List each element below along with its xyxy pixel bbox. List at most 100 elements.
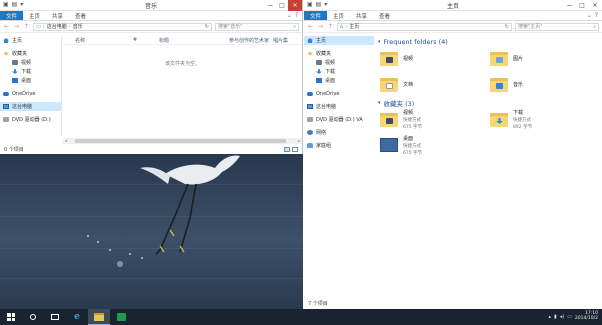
notification-icon[interactable]: ▭ [567, 314, 572, 320]
nav-dvd-drive[interactable]: DVD 驱动器 (D:) [0, 115, 61, 124]
forward-button[interactable]: → [317, 23, 324, 30]
chevron-down-icon[interactable]: ▾ [378, 100, 381, 106]
folder-tile-videos[interactable]: 视频 [380, 47, 490, 69]
tab-home[interactable]: 主页 [23, 11, 46, 20]
column-number[interactable]: # [133, 37, 159, 43]
tab-file[interactable]: 文件 [0, 11, 24, 20]
help-icon[interactable]: ? [595, 12, 598, 19]
tab-share[interactable]: 共享 [350, 11, 373, 20]
scrollbar-thumb[interactable] [75, 139, 286, 143]
nav-desktop[interactable]: 桌面 [304, 76, 374, 85]
column-artists[interactable]: 参与创作的艺术家 [229, 37, 273, 44]
clock[interactable]: 17:10 2014/10/2 [575, 311, 598, 322]
favorite-tile-downloads[interactable]: 下载 快捷方式 892 字节 [490, 108, 600, 130]
start-button[interactable] [0, 309, 22, 325]
address-bar[interactable]: ▭ › 这台电脑 › 音乐 ↻ [33, 22, 212, 31]
home-content[interactable]: ▾ Frequent folders (4) 视频 图片 文档 音乐 ▾ 收藏夹… [375, 36, 602, 297]
taskbar-internet-explorer[interactable]: e [66, 309, 88, 325]
search-input[interactable]: 搜索"主页" ⌕ [515, 22, 599, 31]
nav-onedrive[interactable]: OneDrive [0, 89, 61, 98]
tab-view[interactable]: 查看 [69, 11, 92, 20]
back-button[interactable]: ← [3, 23, 10, 30]
show-hidden-icons-icon[interactable]: ▴ [548, 314, 551, 320]
file-list[interactable]: 名称 # 标题 参与创作的艺术家 唱片集 该文件夹为空。 [63, 36, 302, 136]
tab-view[interactable]: 查看 [373, 11, 396, 20]
breadcrumb-this-pc[interactable]: 这台电脑 [47, 23, 67, 30]
nav-home[interactable]: 主页 [0, 36, 61, 45]
tab-file[interactable]: 文件 [304, 11, 328, 20]
favorite-tile-desktop[interactable]: 桌面 快捷方式 675 字节 [380, 134, 490, 156]
search-input[interactable]: 搜索"音乐" ⌕ [215, 22, 299, 31]
chevron-down-icon[interactable]: ▾ [378, 39, 381, 45]
nav-dvd-drive[interactable]: DVD 驱动器 (D:) VA [304, 115, 374, 124]
minimize-button[interactable]: — [564, 0, 576, 11]
desktop-icon [316, 78, 322, 83]
column-title[interactable]: 标题 [159, 37, 229, 44]
refresh-icon[interactable]: ↻ [505, 24, 511, 30]
homegroup-icon [307, 143, 313, 148]
breadcrumb-home[interactable]: 主页 [349, 23, 359, 30]
nav-home[interactable]: 主页 [304, 36, 374, 45]
up-button[interactable]: ↑ [23, 23, 30, 30]
tab-share[interactable]: 共享 [46, 11, 69, 20]
window-title: 音乐 [144, 2, 157, 10]
nav-desktop[interactable]: 桌面 [0, 76, 61, 85]
nav-videos[interactable]: 视频 [0, 58, 61, 67]
frequent-folders-header[interactable]: ▾ Frequent folders (4) [375, 36, 602, 47]
column-album[interactable]: 唱片集 [273, 37, 288, 44]
explorer-window-music[interactable]: ▣ ▤ ▾ 音乐 — □ ✕ 文件 主页 共享 查看 ⌄ ? ← → ↑ ▭ ›… [0, 0, 303, 154]
taskbar-store[interactable] [110, 309, 132, 325]
folder-tile-pictures[interactable]: 图片 [490, 47, 600, 69]
tab-home[interactable]: 主页 [327, 11, 350, 20]
folder-tile-music[interactable]: 音乐 [490, 73, 600, 95]
maximize-button[interactable]: □ [276, 0, 288, 11]
nav-homegroup[interactable]: 家庭组 [304, 141, 374, 150]
favorite-tile-videos[interactable]: 视频 快捷方式 675 字节 [380, 108, 490, 130]
folder-icon: ▣ [3, 1, 9, 8]
up-button[interactable]: ↑ [327, 23, 334, 30]
navigation-pane: 主页 收藏夹 视频 下载 桌面 OneDrive 这台电脑 DVD 驱动器 (D… [0, 36, 62, 136]
nav-favorites[interactable]: 收藏夹 [0, 49, 61, 58]
search-button[interactable] [22, 309, 44, 325]
taskbar-file-explorer[interactable] [88, 309, 110, 325]
chevron-down-icon[interactable]: ⌄ [287, 12, 292, 19]
refresh-icon[interactable]: ↻ [205, 24, 211, 30]
properties-icon[interactable]: ▤ [316, 2, 322, 8]
nav-this-pc[interactable]: 这台电脑 [0, 102, 61, 111]
nav-onedrive[interactable]: OneDrive [304, 89, 374, 98]
properties-icon[interactable]: ▤ [12, 2, 18, 8]
volume-icon[interactable]: ◂) [560, 314, 564, 320]
item-count: 0 个项目 [4, 146, 24, 153]
maximize-button[interactable]: □ [576, 0, 588, 11]
favorites-header[interactable]: ▾ 收藏夹 (3) [375, 97, 602, 108]
details-view-icon[interactable] [284, 146, 290, 152]
task-view-button[interactable] [44, 309, 66, 325]
large-icons-view-icon[interactable] [292, 146, 298, 152]
forward-button[interactable]: → [13, 23, 20, 30]
chevron-down-icon[interactable]: ▾ [324, 2, 327, 8]
minimize-button[interactable]: — [264, 0, 276, 11]
network-status-icon[interactable]: ▮ [554, 314, 557, 320]
chevron-down-icon[interactable]: ▾ [20, 2, 23, 8]
title-bar[interactable]: ▣ ▤ ▾ 音乐 — □ ✕ [0, 0, 302, 11]
column-name[interactable]: 名称 [75, 37, 133, 44]
breadcrumb-music[interactable]: 音乐 [73, 23, 83, 30]
title-bar[interactable]: ▣ ▤ ▾ 主页 — □ ✕ [304, 0, 602, 11]
address-bar[interactable]: ⌂ › 主页 ↻ [337, 22, 512, 31]
help-icon[interactable]: ? [295, 12, 298, 19]
folder-tile-documents[interactable]: 文档 [380, 73, 490, 95]
navigation-pane: 主页 收藏夹 视频 下载 桌面 OneDrive 这台电脑 DVD 驱动器 (D… [304, 36, 374, 297]
chevron-down-icon[interactable]: ⌄ [587, 12, 592, 19]
nav-videos[interactable]: 视频 [304, 58, 374, 67]
nav-favorites[interactable]: 收藏夹 [304, 49, 374, 58]
nav-network[interactable]: 网络 [304, 128, 374, 137]
scroll-right-icon[interactable]: ▸ [298, 138, 300, 143]
explorer-window-home[interactable]: ▣ ▤ ▾ 主页 — □ ✕ 文件 主页 共享 查看 ⌄ ? ← → ↑ ⌂ ›… [304, 0, 602, 309]
close-button[interactable]: ✕ [288, 0, 302, 11]
nav-this-pc[interactable]: 这台电脑 [304, 102, 374, 111]
nav-downloads[interactable]: 下载 [304, 67, 374, 76]
nav-downloads[interactable]: 下载 [0, 67, 61, 76]
close-button[interactable]: ✕ [588, 0, 602, 11]
back-button[interactable]: ← [307, 23, 314, 30]
scroll-left-icon[interactable]: ◂ [65, 138, 67, 143]
